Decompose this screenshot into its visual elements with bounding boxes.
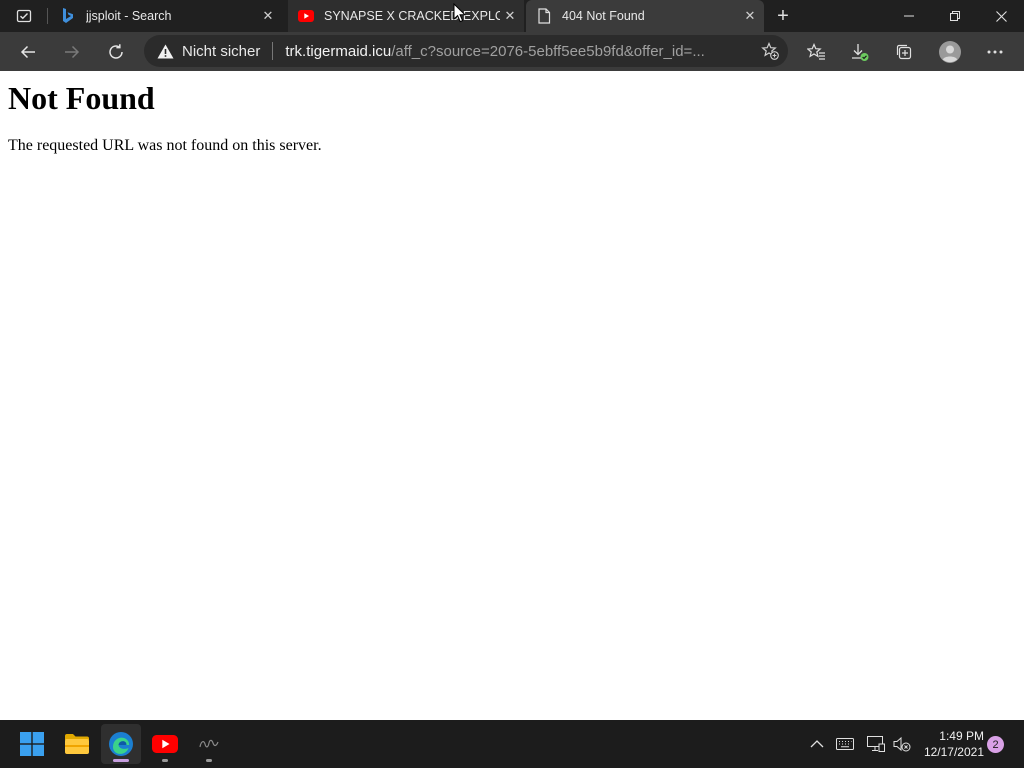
taskbar: 1:49 PM 12/17/2021 — [0, 720, 1024, 768]
page-icon — [536, 8, 552, 24]
file-explorer-icon[interactable] — [57, 724, 97, 764]
more-options-icon[interactable] — [979, 36, 1011, 68]
tab-separator — [47, 8, 48, 24]
title-bar: jjsploit - Search ✕ SYNAPSE X CRACKED EX… — [0, 0, 1024, 32]
tab-title: jjsploit - Search — [86, 9, 172, 23]
security-status-label[interactable]: Nicht sicher — [182, 43, 260, 60]
tab-title: SYNAPSE X CRACKED EXPLOIT 🔥 — [324, 8, 500, 23]
close-icon[interactable]: ✕ — [258, 6, 278, 26]
volume-muted-icon[interactable] — [892, 734, 912, 754]
profile-avatar-icon[interactable] — [934, 36, 966, 68]
downloads-icon[interactable] — [844, 36, 876, 68]
tab-title: 404 Not Found — [562, 9, 645, 23]
refresh-button[interactable] — [100, 36, 132, 68]
close-icon[interactable]: ✕ — [740, 6, 760, 26]
keyboard-icon[interactable] — [835, 734, 855, 754]
active-app-indicator — [113, 759, 129, 762]
add-favorite-icon[interactable] — [760, 41, 780, 61]
browser-toolbar: Nicht sicher trk.tigermaid.icu/aff_c?sou… — [0, 32, 1024, 71]
new-tab-button[interactable]: + — [772, 5, 794, 27]
back-button[interactable] — [12, 36, 44, 68]
clock-date: 12/17/2021 — [923, 745, 984, 759]
tab-actions-icon[interactable] — [10, 6, 38, 26]
tab-404-not-found[interactable]: 404 Not Found ✕ — [526, 0, 764, 32]
network-icon[interactable] — [866, 734, 886, 754]
page-content: Not Found The requested URL was not foun… — [0, 71, 1024, 720]
warning-icon[interactable] — [156, 42, 174, 60]
forward-button[interactable] — [56, 36, 88, 68]
clock-time: 1:49 PM — [939, 729, 984, 743]
tab-jjsploit-search[interactable]: jjsploit - Search ✕ — [50, 0, 282, 32]
app-icon[interactable] — [189, 724, 229, 764]
close-window-button[interactable] — [978, 0, 1024, 32]
youtube-icon[interactable] — [145, 724, 185, 764]
bing-icon — [60, 8, 76, 24]
close-icon[interactable]: ✕ — [500, 6, 520, 26]
address-divider — [272, 42, 274, 60]
start-icon[interactable] — [12, 724, 52, 764]
edge-icon[interactable] — [101, 724, 141, 764]
error-message: The requested URL was not found on this … — [8, 137, 322, 154]
url-host: trk.tigermaid.icu — [285, 42, 392, 60]
running-app-indicator — [162, 759, 168, 762]
restore-button[interactable] — [932, 0, 978, 32]
minimize-button[interactable] — [886, 0, 932, 32]
mouse-cursor-icon — [453, 2, 467, 23]
notification-badge[interactable]: 2 — [987, 736, 1004, 753]
url-path: /aff_c?source=2076-5ebff5ee5b9fd&offer_i… — [391, 42, 705, 60]
address-bar[interactable]: Nicht sicher trk.tigermaid.icu/aff_c?sou… — [144, 35, 788, 67]
favorites-icon[interactable] — [800, 36, 832, 68]
youtube-icon — [298, 8, 314, 24]
running-app-indicator — [206, 759, 212, 762]
collections-icon[interactable] — [888, 36, 920, 68]
chevron-up-icon[interactable] — [807, 734, 827, 754]
clock[interactable]: 1:49 PM 12/17/2021 — [918, 728, 984, 760]
url-text[interactable]: trk.tigermaid.icu/aff_c?source=2076-5ebf… — [285, 43, 737, 60]
page-heading: Not Found — [8, 80, 155, 116]
tab-synapse-video[interactable]: SYNAPSE X CRACKED EXPLOIT 🔥 ✕ — [288, 0, 524, 32]
